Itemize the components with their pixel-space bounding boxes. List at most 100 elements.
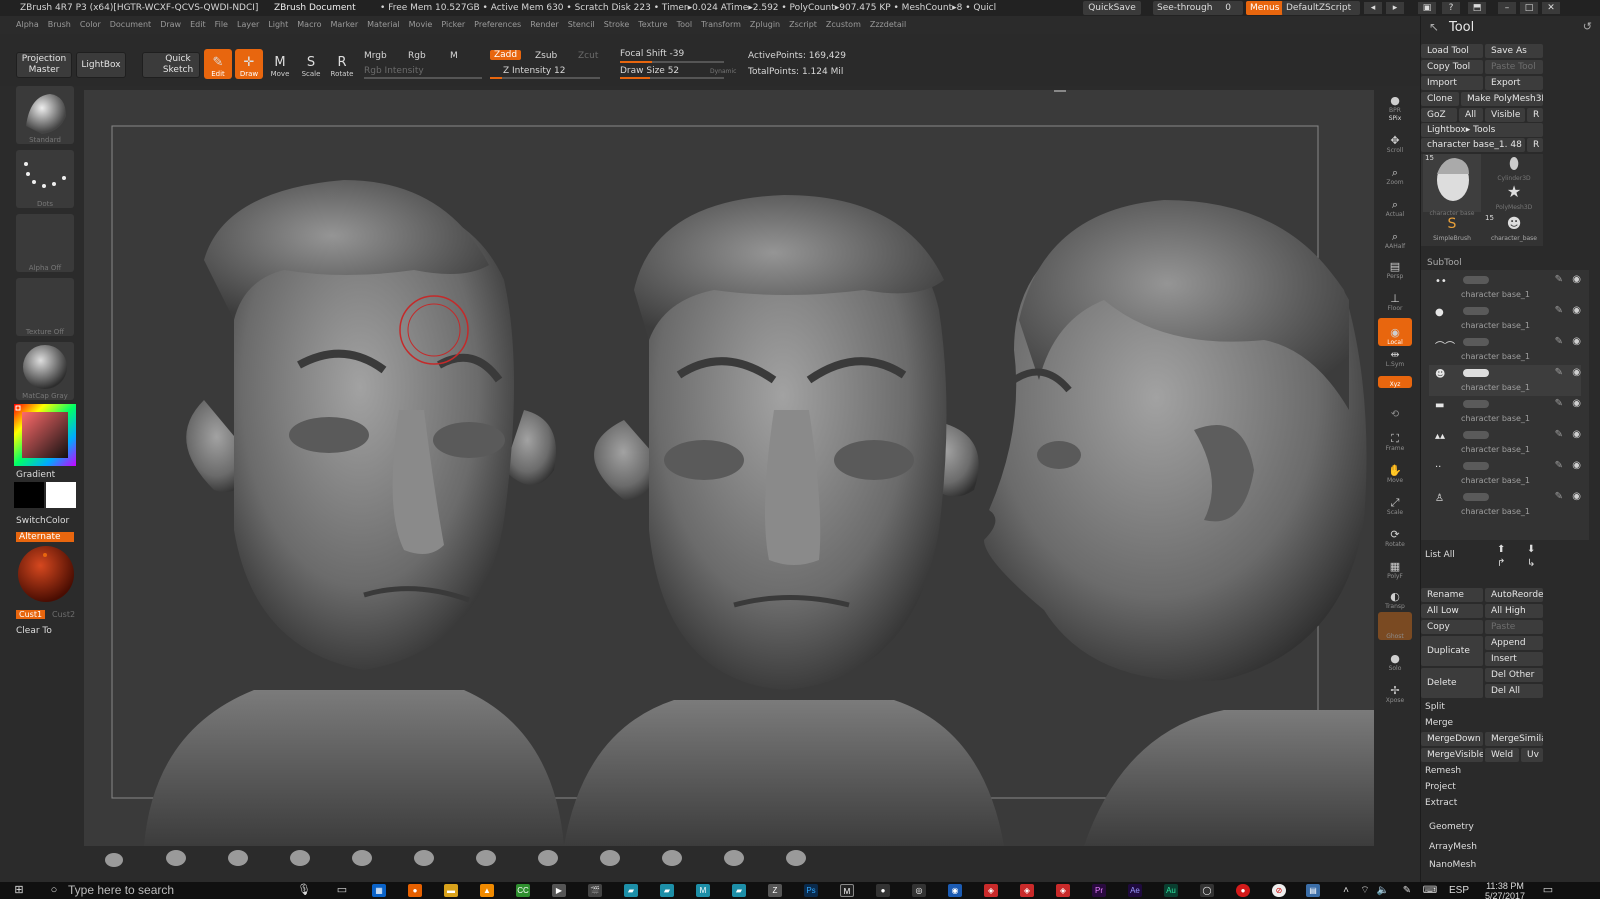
task-view-icon[interactable]: ▭ [334,882,350,899]
zcut-button[interactable]: Zcut [578,51,598,61]
eye-icon[interactable]: ◉ [1572,274,1581,285]
subtool-toggle[interactable] [1463,276,1489,284]
project-section[interactable]: Project [1425,782,1456,792]
aahalf-button[interactable]: ⌕ AAHalf [1378,222,1412,251]
mergevisible-button[interactable]: MergeVisible [1421,748,1483,762]
save-icon[interactable]: ⬒ [1468,2,1486,14]
menu-item[interactable]: Zzzdetail [870,18,906,32]
vlc-icon[interactable]: ▲ [480,884,494,897]
brush-icon[interactable]: ✎ [1555,367,1563,378]
menu-item[interactable]: Macro [297,18,321,32]
color-picker[interactable] [14,404,76,466]
ghost-button[interactable]: Ghost [1378,612,1412,640]
move-mode-button[interactable]: M Move [266,49,294,79]
eye-icon[interactable]: ◉ [1572,460,1581,471]
main-color-swatch[interactable] [46,482,76,508]
actual-button[interactable]: ⌕ Actual [1378,190,1412,219]
frame-button[interactable]: ⛶ Frame [1378,424,1412,453]
minimize-icon[interactable]: – [1498,2,1516,14]
rotate-axis-icon[interactable]: ⟲ [1378,390,1412,420]
tool-palette-title[interactable]: Tool [1449,20,1474,35]
import-button[interactable]: Import [1421,76,1483,90]
menu-item[interactable]: Marker [330,18,358,32]
focal-shift-slider[interactable]: Focal Shift -39 [620,49,684,59]
arrow-down-right-icon[interactable]: ↳ [1527,558,1535,569]
after-effects-icon[interactable]: Ae [1128,884,1142,897]
menu-item[interactable]: Layer [237,18,259,32]
app-icon-6[interactable]: ◎ [912,884,926,897]
brush-icon[interactable]: ✎ [1555,491,1563,502]
subtool-toggle[interactable] [1463,431,1489,439]
make-polymesh-button[interactable]: Make PolyMesh3D [1461,92,1543,106]
scroll-button[interactable]: ✥ Scroll [1378,126,1412,155]
camtasia-icon[interactable]: CC [516,884,530,897]
xyz-button[interactable]: Xyz [1378,376,1412,388]
menu-item[interactable]: Document [110,18,151,32]
firefox-icon[interactable]: ● [408,884,422,897]
quick-sketch-button[interactable]: Quick Sketch [142,52,200,78]
app-icon-12[interactable]: ⊘ [1272,884,1286,897]
bottom-brush-strip[interactable] [84,846,1374,880]
help-icon[interactable]: ? [1442,2,1460,14]
subtool-row[interactable]: ⌒⌒ ✎ ◉ character base_1 [1429,334,1581,365]
local-button[interactable]: ◉ Local [1378,318,1412,346]
duplicate-button[interactable]: Duplicate [1421,636,1483,666]
del-all-button[interactable]: Del All [1485,684,1543,698]
record-icon[interactable]: ● [1236,884,1250,897]
solo-button[interactable]: ● Solo [1378,644,1412,673]
dynamic-toggle[interactable]: Dynamic [710,68,736,75]
menu-item[interactable]: Alpha [16,18,39,32]
cust1-button[interactable]: Cust1 [16,610,46,619]
app-icon-7[interactable]: ◉ [948,884,962,897]
mrgb-button[interactable]: Mrgb [364,51,387,61]
goz-visible-button[interactable]: Visible [1485,108,1525,122]
rgb-intensity-slider[interactable]: Rgb Intensity [364,66,424,76]
subtool-toggle[interactable] [1463,462,1489,470]
app-icon-11[interactable]: ◯ [1200,884,1214,897]
arraymesh-section[interactable]: ArrayMesh [1429,842,1477,852]
layout-left-icon[interactable]: ◂ [1364,2,1382,14]
all-high-button[interactable]: All High [1485,604,1543,618]
subtool-row-selected[interactable]: ☻ ✎ ◉ character base_1 [1429,365,1581,396]
insert-button[interactable]: Insert [1485,652,1543,666]
extract-section[interactable]: Extract [1425,798,1457,808]
list-all-button[interactable]: List All [1425,550,1455,560]
menu-item[interactable]: Draw [160,18,181,32]
photoshop-icon[interactable]: Ps [804,884,818,897]
menu-item[interactable]: Preferences [474,18,521,32]
edit-mode-button[interactable]: ✎ Edit [204,49,232,79]
app-icon-8[interactable]: ◈ [984,884,998,897]
paste-tool-button[interactable]: Paste Tool [1485,60,1543,74]
rgb-button[interactable]: Rgb [408,51,426,61]
taskbar-search-input[interactable]: Type here to search [68,882,268,899]
audition-icon[interactable]: Au [1164,884,1178,897]
polyf-button[interactable]: ▦ PolyF [1378,552,1412,581]
secondary-color-swatch[interactable] [14,482,44,508]
tray-chevron-icon[interactable]: ˄ [1340,882,1352,899]
uv-toggle[interactable]: Uv [1521,748,1543,762]
subtool-toggle[interactable] [1463,493,1489,501]
lsym-button[interactable]: ⇹ L.Sym [1378,348,1412,369]
spix-slider[interactable]: SPix [1378,108,1412,122]
see-through-slider[interactable]: See-through 0 [1153,1,1243,15]
persp-button[interactable]: ▤ Persp [1378,252,1412,281]
subtool-toggle[interactable] [1463,400,1489,408]
brush-icon[interactable]: ✎ [1555,460,1563,471]
brush-icon[interactable]: ✎ [1555,274,1563,285]
z-intensity-slider[interactable]: Z Intensity 12 [503,66,566,76]
menu-item[interactable]: Material [367,18,400,32]
arrow-down-icon[interactable]: ⬇ [1527,544,1535,555]
subtool-row[interactable]: ▬ ✎ ◉ character base_1 [1429,396,1581,427]
microphone-icon[interactable]: 🎙 [296,882,312,899]
subtool-row[interactable]: ♙ ✎ ◉ character base_1 [1429,489,1581,520]
polymesh3d-icon[interactable]: ★ [1485,182,1543,204]
remesh-section[interactable]: Remesh [1425,766,1461,776]
brush-icon[interactable]: ✎ [1555,398,1563,409]
goz-all-button[interactable]: All [1459,108,1483,122]
app-icon-2[interactable]: ▰ [660,884,674,897]
network-icon[interactable]: ⌔ [1358,882,1372,899]
arrow-up-right-icon[interactable]: ↱ [1497,558,1505,569]
scale-view-button[interactable]: ⤢ Scale [1378,488,1412,517]
search-icon[interactable]: ○ [44,882,64,899]
volume-icon[interactable]: 🔈 [1376,882,1390,899]
